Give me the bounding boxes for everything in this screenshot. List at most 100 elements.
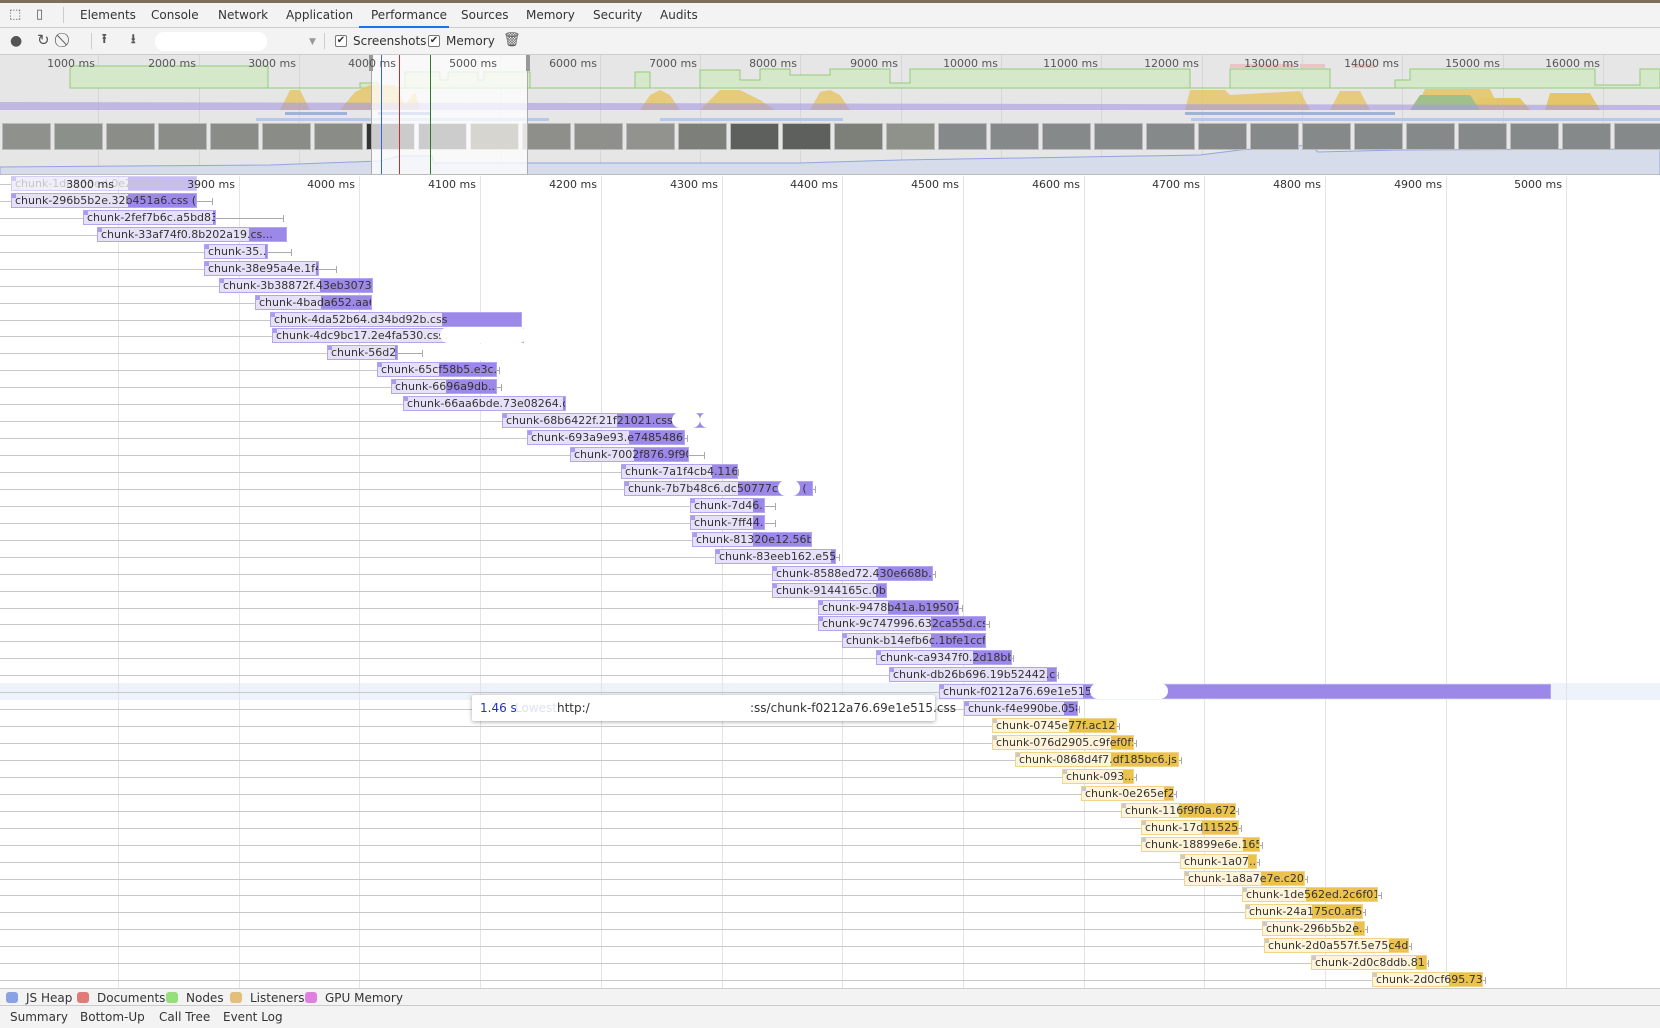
- screenshot-thumbnail[interactable]: [1614, 123, 1660, 150]
- request-bar[interactable]: chunk-3b38872f.43eb3073.c...: [219, 278, 373, 293]
- js-heap-checkbox[interactable]: [6, 992, 18, 1003]
- tab-network[interactable]: Network: [218, 8, 268, 22]
- tab-event-log[interactable]: Event Log: [223, 1010, 283, 1024]
- request-bar[interactable]: chunk-f4e990be.058...: [964, 701, 1078, 716]
- trash-icon[interactable]: 🗑: [503, 33, 521, 47]
- download-icon[interactable]: ⭳: [131, 33, 136, 47]
- request-bar[interactable]: chunk-35...: [204, 244, 268, 259]
- inspect-element-icon[interactable]: ⬚: [9, 8, 21, 22]
- screenshot-thumbnail[interactable]: [1354, 123, 1403, 150]
- request-bar[interactable]: chunk-0745e77f.ac12e...: [992, 718, 1117, 733]
- tab-audits[interactable]: Audits: [660, 8, 698, 22]
- tab-call-tree[interactable]: Call Tree: [159, 1010, 210, 1024]
- request-bar[interactable]: chunk-093...: [1062, 769, 1134, 784]
- screenshot-thumbnail[interactable]: [1250, 123, 1299, 150]
- record-icon[interactable]: ●: [10, 34, 22, 48]
- screenshot-thumbnail[interactable]: [210, 123, 259, 150]
- request-bar[interactable]: chunk-db26b696.19b52442.css...: [889, 667, 1057, 682]
- tab-console[interactable]: Console: [151, 8, 199, 22]
- request-bar[interactable]: chunk-2d0cf695.73...: [1372, 972, 1483, 987]
- request-bar[interactable]: chunk-296b5b2e.32b451a6.css (11...: [11, 193, 197, 208]
- listeners-checkbox[interactable]: [230, 992, 242, 1003]
- request-bar[interactable]: chunk-7ff44...: [690, 515, 765, 530]
- screenshot-thumbnail[interactable]: [938, 123, 987, 150]
- request-bar[interactable]: chunk-2fef7b6c.a5bd83...: [83, 210, 216, 225]
- request-bar[interactable]: chunk-9478b41a.b19507...: [818, 600, 959, 615]
- screenshot-thumbnail[interactable]: [1562, 123, 1611, 150]
- screenshot-thumbnail[interactable]: [626, 123, 675, 150]
- device-toggle-icon[interactable]: ▯: [36, 8, 43, 22]
- request-bar[interactable]: chunk-4da52b64.d34bd92b.css: [270, 312, 522, 327]
- request-bar[interactable]: chunk-ca9347f0.2d18bb...: [876, 650, 1012, 665]
- request-bar[interactable]: chunk-693a9e93.e7485486.c...: [527, 430, 685, 445]
- request-bar[interactable]: chunk-0e265ef2...: [1081, 786, 1174, 801]
- memory-checkbox[interactable]: ✔: [428, 35, 440, 47]
- request-bar[interactable]: chunk-076d2905.c9fef0f5....: [992, 735, 1134, 750]
- tab-security[interactable]: Security: [593, 8, 642, 22]
- request-bar[interactable]: chunk-8588ed72.430e668b.cs...: [772, 566, 933, 581]
- request-bar[interactable]: chunk-1a8a7e7e.c204...: [1184, 871, 1305, 886]
- request-bar[interactable]: chunk-7a1f4cb4.116...: [621, 464, 738, 479]
- request-bar[interactable]: chunk-6696a9db...: [391, 379, 497, 394]
- screenshot-thumbnail[interactable]: [990, 123, 1039, 150]
- request-bar[interactable]: chunk-9c747996.632ca55d.css ...: [818, 616, 986, 631]
- screenshots-checkbox[interactable]: ✔: [335, 35, 347, 47]
- tab-memory[interactable]: Memory: [526, 8, 575, 22]
- tab-performance[interactable]: Performance: [371, 8, 447, 22]
- screenshot-thumbnail[interactable]: [782, 123, 831, 150]
- screenshot-thumbnail[interactable]: [314, 123, 363, 150]
- screenshot-thumbnail[interactable]: [730, 123, 779, 150]
- profile-select[interactable]: [155, 32, 267, 51]
- screenshot-thumbnail[interactable]: [1042, 123, 1091, 150]
- gpu-memory-checkbox[interactable]: [305, 992, 317, 1003]
- documents-checkbox[interactable]: [77, 992, 89, 1003]
- request-bar[interactable]: chunk-2d0c8ddb.81...: [1311, 955, 1427, 970]
- screenshot-thumbnail[interactable]: [1146, 123, 1195, 150]
- request-bar[interactable]: chunk-38e95a4e.1f4...: [204, 261, 319, 276]
- screenshot-thumbnail[interactable]: [886, 123, 935, 150]
- request-bar[interactable]: chunk-9144165c.0b...: [772, 583, 887, 598]
- screenshot-thumbnail[interactable]: [1198, 123, 1247, 150]
- request-bar[interactable]: chunk-33af74f0.8b202a19.cs...: [97, 227, 287, 242]
- tab-bottom-up[interactable]: Bottom-Up: [80, 1010, 145, 1024]
- request-bar[interactable]: chunk-24a175c0.af52...: [1245, 904, 1363, 919]
- reload-icon[interactable]: ↻: [37, 33, 50, 48]
- screenshot-thumbnail[interactable]: [2, 123, 51, 150]
- screenshot-thumbnail[interactable]: [1510, 123, 1559, 150]
- screenshot-thumbnail[interactable]: [1458, 123, 1507, 150]
- request-bar[interactable]: chunk-83eeb162.e55...: [715, 549, 836, 564]
- screenshot-thumbnail[interactable]: [54, 123, 103, 150]
- tab-summary[interactable]: Summary: [10, 1010, 68, 1024]
- screenshot-thumbnail[interactable]: [678, 123, 727, 150]
- screenshot-thumbnail[interactable]: [106, 123, 155, 150]
- nodes-checkbox[interactable]: [166, 992, 178, 1003]
- upload-icon[interactable]: ⭱: [102, 33, 107, 47]
- dropdown-arrow-icon[interactable]: ▼: [309, 35, 316, 49]
- request-bar[interactable]: chunk-296b5b2e....: [1262, 921, 1365, 936]
- request-bar[interactable]: chunk-2d0a557f.5e75c4dd...: [1264, 938, 1409, 953]
- screenshot-thumbnail[interactable]: [834, 123, 883, 150]
- screenshot-thumbnail[interactable]: [1094, 123, 1143, 150]
- request-bar[interactable]: chunk-0868d4f7.df185bc6.js (1...: [1015, 752, 1179, 767]
- request-bar[interactable]: chunk-17d11525....: [1141, 820, 1239, 835]
- overview-selection-window[interactable]: [369, 55, 530, 174]
- request-bar[interactable]: chunk-56d2...: [327, 345, 398, 360]
- network-flame-chart[interactable]: 3800 ms 3900 ms 4000 ms 4100 ms 4200 ms 4300 …: [0, 176, 1660, 988]
- screenshot-thumbnail[interactable]: [158, 123, 207, 150]
- request-bar[interactable]: chunk-7002f876.9f90...: [570, 447, 689, 462]
- request-bar[interactable]: chunk-116f9f0a.672...: [1121, 803, 1236, 818]
- request-bar[interactable]: chunk-18899e6e.165f...: [1141, 837, 1260, 852]
- tab-elements[interactable]: Elements: [80, 8, 136, 22]
- request-bar[interactable]: chunk-7d46...: [690, 498, 765, 513]
- screenshot-thumbnail[interactable]: [574, 123, 623, 150]
- request-bar[interactable]: chunk-1a07...: [1180, 854, 1257, 869]
- request-bar[interactable]: chunk-4bada652.aa6...: [255, 295, 372, 310]
- request-bar[interactable]: chunk-f0212a76.69e1e515.css: [939, 684, 1551, 699]
- screenshot-thumbnail[interactable]: [522, 123, 571, 150]
- request-bar[interactable]: chunk-b14efb6c.1bfe1ccf.c...: [842, 633, 986, 648]
- screenshot-thumbnail[interactable]: [262, 123, 311, 150]
- tab-sources[interactable]: Sources: [461, 8, 508, 22]
- tab-application[interactable]: Application: [286, 8, 353, 22]
- screenshot-thumbnail[interactable]: [1302, 123, 1351, 150]
- request-bar[interactable]: chunk-1de562ed.2c6f015...: [1242, 887, 1378, 902]
